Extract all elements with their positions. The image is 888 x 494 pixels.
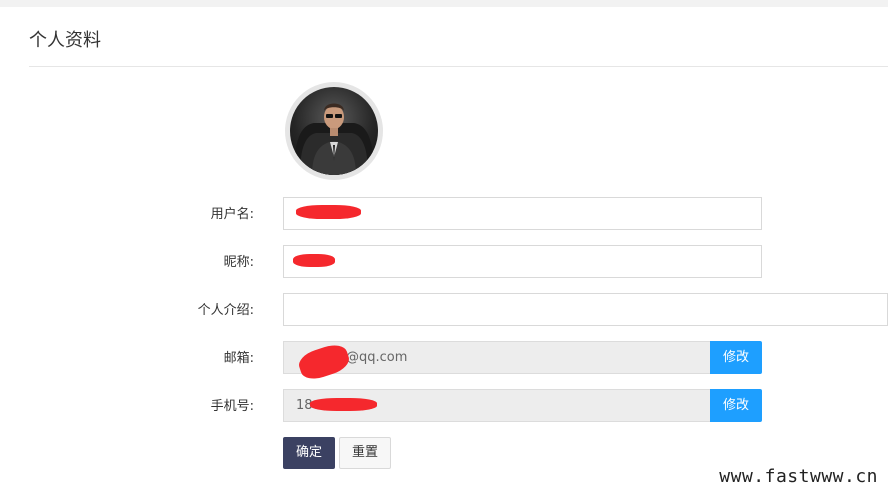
nickname-label: 昵称: [223, 255, 254, 270]
phone-label: 手机号: [210, 399, 254, 414]
nickname-redaction [293, 254, 335, 267]
page-title: 个人资料 [29, 30, 101, 51]
bio-input[interactable] [283, 293, 888, 326]
nickname-input[interactable] [283, 245, 762, 278]
confirm-button[interactable]: 确定 [283, 437, 335, 469]
edit-email-button[interactable]: 修改 [710, 341, 762, 374]
edit-phone-button[interactable]: 修改 [710, 389, 762, 422]
avatar-photo-icon [294, 103, 374, 175]
avatar[interactable] [285, 82, 383, 180]
top-strip [0, 0, 888, 7]
username-redaction [296, 205, 361, 219]
title-divider [29, 66, 888, 67]
phone-redaction [310, 398, 377, 411]
email-value: @qq.com [346, 350, 408, 365]
email-label: 邮箱: [223, 351, 254, 366]
bio-label: 个人介绍: [197, 303, 254, 318]
username-label: 用户名: [210, 207, 254, 222]
reset-button[interactable]: 重置 [339, 437, 391, 469]
watermark: www.fastwww.cn [719, 466, 878, 487]
avatar-image [290, 87, 378, 175]
